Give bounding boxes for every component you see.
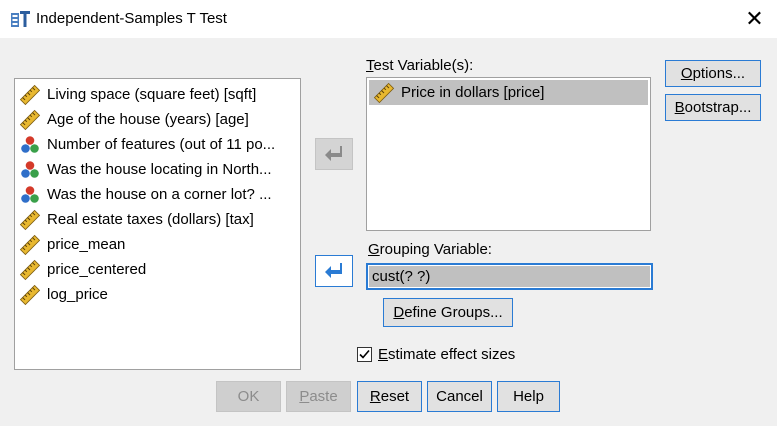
nominal-balls-icon — [21, 160, 39, 178]
nominal-balls-icon — [21, 135, 39, 153]
grouping-variable-label: Grouping Variable: — [368, 241, 492, 258]
list-item-label: Was the house on a corner lot? ... — [47, 186, 272, 203]
nominal-balls-icon — [21, 185, 39, 203]
close-icon: ✕ — [745, 6, 764, 31]
move-to-grouping-variable-button[interactable] — [315, 255, 353, 287]
list-item-label: price_mean — [47, 236, 126, 253]
list-item-label: Real estate taxes (dollars) [tax] — [47, 211, 254, 228]
list-item-label: Number of features (out of 11 po... — [47, 136, 276, 153]
define-groups-button[interactable]: Define Groups... — [383, 298, 513, 327]
grouping-variable-value: cust(? ?) — [369, 266, 650, 287]
test-variables-list[interactable]: Price in dollars [price] — [366, 77, 651, 231]
scale-ruler-icon — [19, 109, 41, 130]
list-item[interactable]: Number of features (out of 11 po... — [15, 132, 300, 157]
list-item-label: Price in dollars [price] — [401, 84, 545, 101]
list-item-label: Living space (square feet) [sqft] — [47, 86, 257, 103]
grouping-variable-field[interactable]: cust(? ?) — [366, 263, 653, 290]
window-title: Independent-Samples T Test — [36, 10, 227, 27]
help-button[interactable]: Help — [497, 381, 560, 412]
cancel-button[interactable]: Cancel — [427, 381, 492, 412]
checkbox-box[interactable] — [357, 347, 372, 362]
options-button[interactable]: Options... — [665, 60, 761, 87]
move-to-test-variables-button[interactable] — [315, 138, 353, 170]
spss-ttest-icon — [11, 11, 30, 27]
list-item[interactable]: Real estate taxes (dollars) [tax] — [15, 207, 300, 232]
close-button[interactable]: ✕ — [732, 0, 777, 38]
paste-button[interactable]: Paste — [286, 381, 351, 412]
list-item[interactable]: price_centered — [15, 257, 300, 282]
list-item[interactable]: Price in dollars [price] — [369, 80, 648, 105]
scale-ruler-icon — [19, 84, 41, 105]
checkbox-label: Estimate effect sizes — [378, 346, 516, 363]
list-item[interactable]: Living space (square feet) [sqft] — [15, 82, 300, 107]
scale-ruler-icon — [19, 259, 41, 280]
scale-ruler-icon — [19, 209, 41, 230]
list-item[interactable]: Was the house locating in North... — [15, 157, 300, 182]
list-item-label: Was the house locating in North... — [47, 161, 272, 178]
scale-ruler-icon — [373, 82, 395, 103]
list-item-label: log_price — [47, 286, 108, 303]
ok-button[interactable]: OK — [216, 381, 281, 412]
title-bar: Independent-Samples T Test ✕ — [0, 0, 777, 38]
scale-ruler-icon — [19, 234, 41, 255]
list-item[interactable]: Age of the house (years) [age] — [15, 107, 300, 132]
list-item[interactable]: Was the house on a corner lot? ... — [15, 182, 300, 207]
source-variable-list[interactable]: Living space (square feet) [sqft] Age of … — [14, 78, 301, 370]
list-item-label: price_centered — [47, 261, 147, 278]
checkmark-icon — [359, 349, 370, 359]
list-item[interactable]: log_price — [15, 282, 300, 307]
move-arrow-icon — [325, 146, 342, 161]
estimate-effect-sizes-checkbox[interactable]: Estimate effect sizes — [357, 346, 515, 363]
test-variables-label: Test Variable(s): — [366, 57, 474, 74]
list-item[interactable]: price_mean — [15, 232, 300, 257]
bootstrap-button[interactable]: Bootstrap... — [665, 94, 761, 121]
scale-ruler-icon — [19, 284, 41, 305]
list-item-label: Age of the house (years) [age] — [47, 111, 249, 128]
reset-button[interactable]: Reset — [357, 381, 422, 412]
move-arrow-icon — [325, 263, 342, 278]
